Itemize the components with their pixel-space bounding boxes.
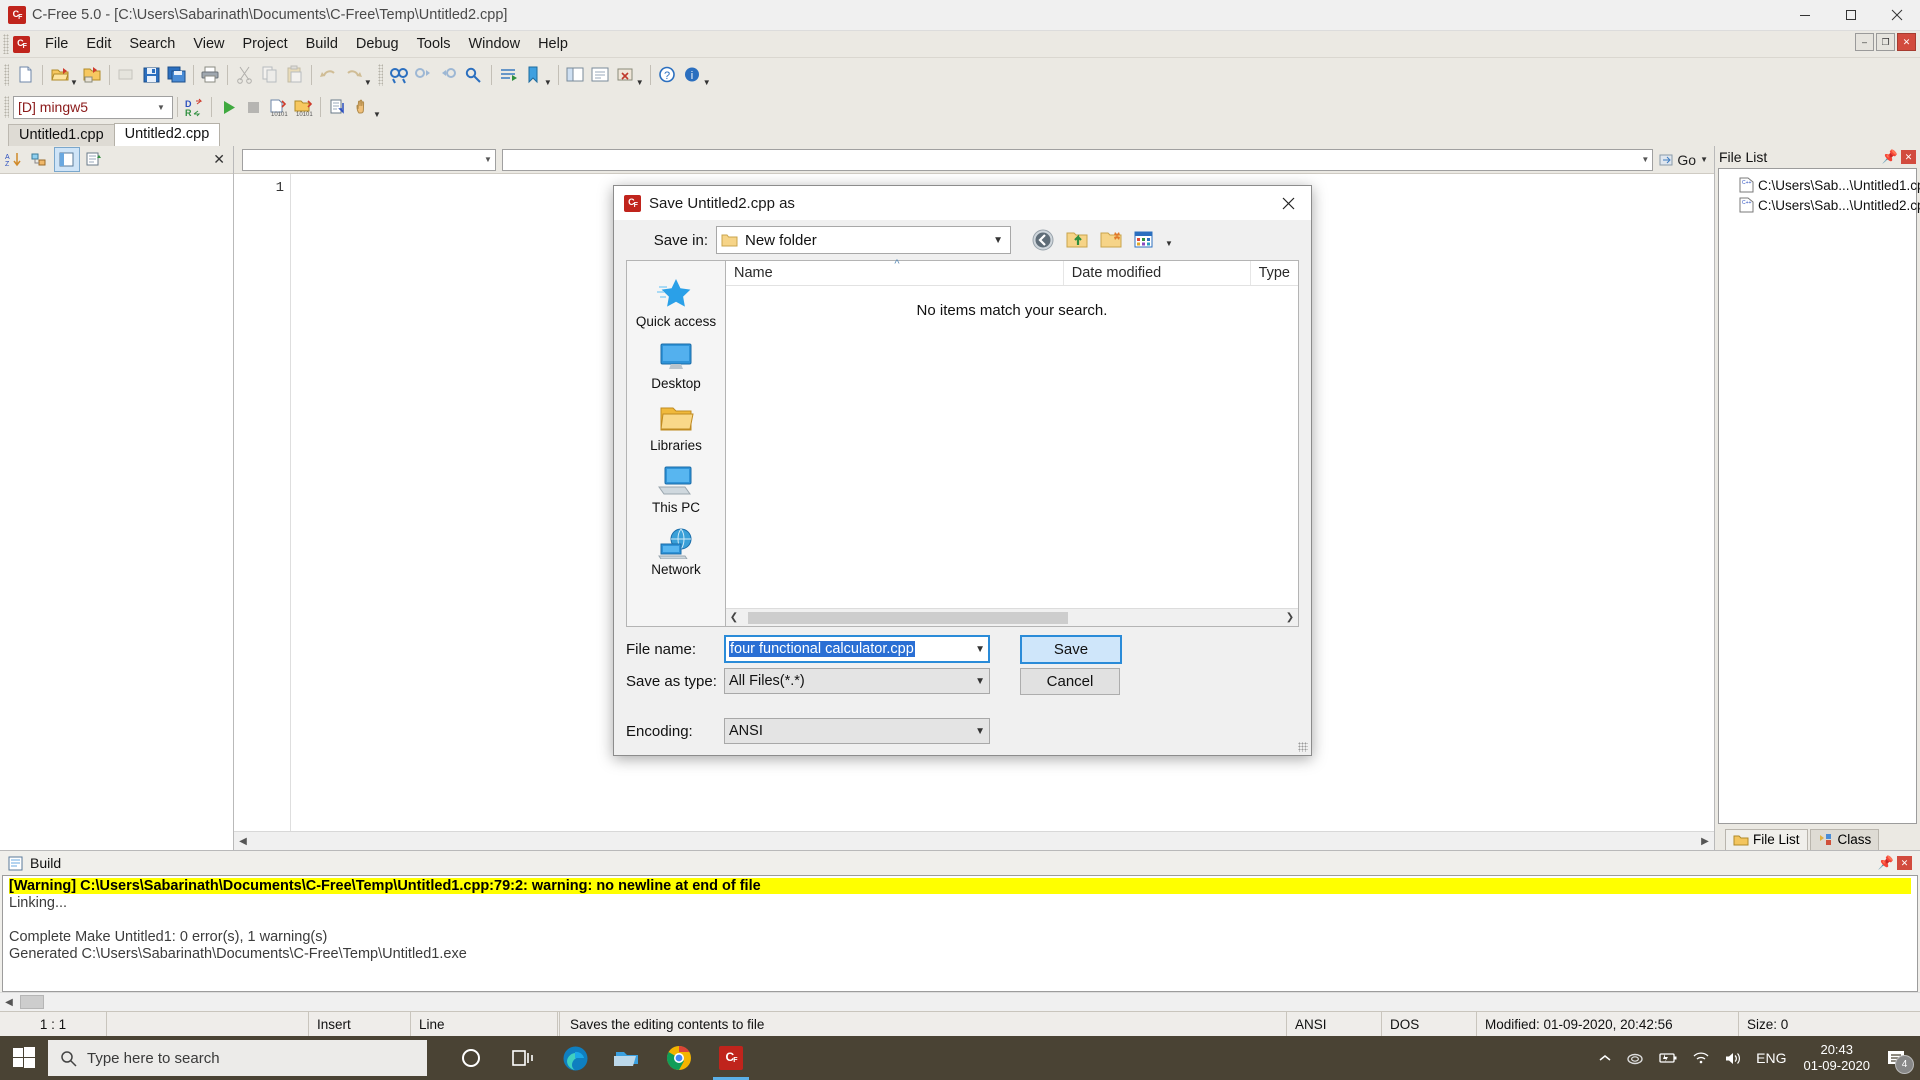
encoding-value: ANSI <box>729 723 763 739</box>
file-list-horizontal-scrollbar[interactable]: ❮ ❯ <box>726 608 1298 626</box>
cancel-button[interactable]: Cancel <box>1020 667 1120 695</box>
place-this-pc[interactable]: This PC <box>630 461 722 519</box>
views-icon[interactable] <box>1131 227 1159 253</box>
encoding-select[interactable]: ANSI ▼ <box>724 718 990 744</box>
cancel-button-wrap: Cancel <box>1020 667 1120 695</box>
save-button-wrap: Save <box>1020 634 1122 664</box>
scroll-right-icon[interactable]: ❯ <box>1282 612 1298 623</box>
save-in-row: Save in: New folder ▼ ▼ <box>626 220 1299 260</box>
place-label: Quick access <box>635 314 717 329</box>
save-as-type-value: All Files(*.*) <box>729 673 805 689</box>
column-type[interactable]: Type <box>1251 261 1298 285</box>
network-globe-icon <box>658 528 692 559</box>
place-label: Libraries <box>650 438 702 453</box>
save-as-type-label: Save as type: <box>626 672 717 690</box>
places-bar: Quick access Desktop Libraries This PC N… <box>626 260 725 627</box>
dialog-body: Save in: New folder ▼ ▼ Quick access Des… <box>614 220 1311 755</box>
libraries-folder-icon <box>660 407 694 431</box>
sort-ascending-icon: ^ <box>894 258 900 270</box>
file-name-row: File name: four functional calculator.cp… <box>626 633 1299 665</box>
file-list-view[interactable]: ^ Name Date modified Type No items match… <box>725 258 1299 627</box>
place-label: Network <box>651 562 701 577</box>
scrollbar-track[interactable] <box>742 610 1282 625</box>
dialog-overlay: CF Save Untitled2.cpp as Save in: New fo… <box>0 0 1920 1080</box>
chevron-down-icon[interactable]: ▼ <box>975 676 985 687</box>
column-name-label: Name <box>734 265 773 281</box>
encoding-label: Encoding: <box>626 722 693 740</box>
save-as-type-select[interactable]: All Files(*.*) ▼ <box>724 668 990 694</box>
dialog-title-bar: CF Save Untitled2.cpp as <box>614 186 1311 220</box>
place-label: This PC <box>651 500 700 515</box>
dialog-title: Save Untitled2.cpp as <box>649 194 795 212</box>
file-browser: Quick access Desktop Libraries This PC N… <box>626 258 1299 627</box>
place-quick-access[interactable]: Quick access <box>630 271 722 333</box>
save-as-dialog: CF Save Untitled2.cpp as Save in: New fo… <box>613 185 1312 756</box>
place-desktop[interactable]: Desktop <box>630 337 722 395</box>
this-pc-icon <box>658 466 692 495</box>
chevron-down-icon: ▼ <box>993 234 1003 246</box>
place-label: Desktop <box>651 376 701 391</box>
dialog-close-button[interactable] <box>1265 186 1311 220</box>
column-type-label: Type <box>1258 265 1290 281</box>
dialog-toolbar: ▼ <box>1029 227 1173 253</box>
dialog-resize-grip[interactable] <box>1298 742 1308 752</box>
file-name-value: four functional calculator.cpp <box>729 641 915 657</box>
empty-folder-message: No items match your search. <box>916 302 1108 319</box>
scroll-left-icon[interactable]: ❮ <box>726 612 742 623</box>
chevron-down-icon[interactable]: ▼ <box>975 644 985 655</box>
back-icon[interactable] <box>1029 227 1057 253</box>
views-dropdown-icon[interactable]: ▼ <box>1165 239 1173 248</box>
column-name[interactable]: ^ Name <box>726 258 1064 285</box>
save-button[interactable]: Save <box>1020 634 1122 664</box>
c-free-icon: CF <box>624 194 641 212</box>
file-name-label: File name: <box>626 640 697 658</box>
save-in-select[interactable]: New folder ▼ <box>716 226 1011 254</box>
desktop-icon <box>660 343 692 369</box>
folder-icon <box>721 234 738 246</box>
scrollbar-thumb[interactable] <box>748 611 1068 624</box>
save-in-value: New folder <box>745 231 817 249</box>
encoding-row: Encoding: ANSI ▼ <box>626 715 1299 747</box>
chevron-down-icon[interactable]: ▼ <box>975 726 985 737</box>
place-network[interactable]: Network <box>630 523 722 581</box>
quick-access-star-icon <box>657 279 691 307</box>
column-headers: ^ Name Date modified Type <box>726 258 1298 286</box>
new-folder-icon[interactable] <box>1097 227 1125 253</box>
file-name-input[interactable]: four functional calculator.cpp ▼ <box>724 635 990 663</box>
place-libraries[interactable]: Libraries <box>630 399 722 457</box>
column-date-modified[interactable]: Date modified <box>1064 261 1251 285</box>
save-in-label: Save in: <box>653 231 708 249</box>
column-date-modified-label: Date modified <box>1071 265 1162 281</box>
up-folder-icon[interactable] <box>1063 227 1091 253</box>
save-as-type-row: Save as type: All Files(*.*) ▼ Cancel <box>626 665 1299 697</box>
